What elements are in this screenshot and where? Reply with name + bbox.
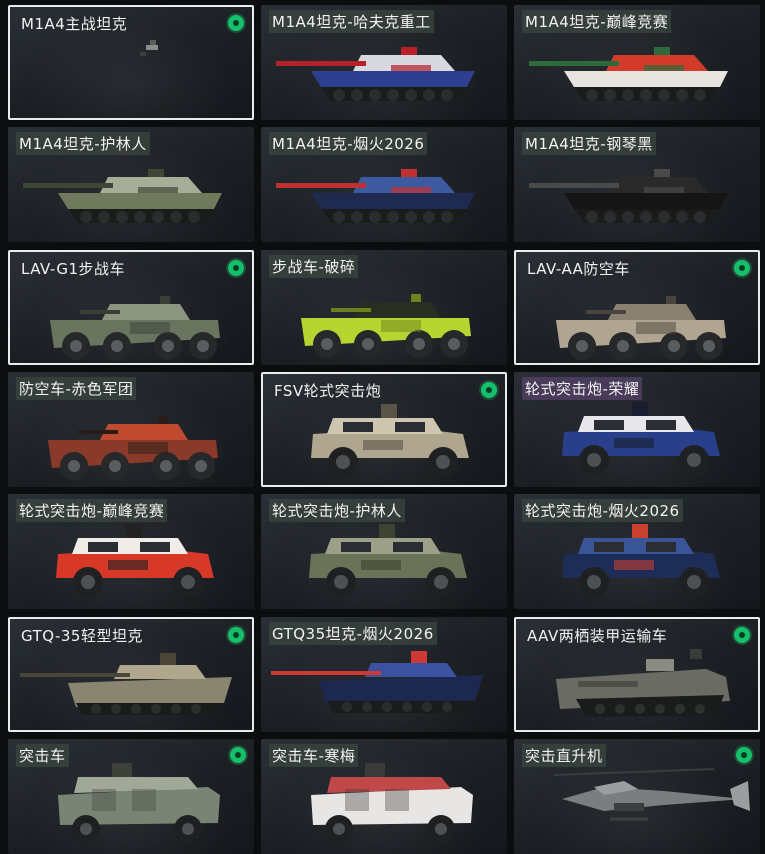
vehicle-name: 突击车-寒梅 [269, 744, 359, 767]
vehicle-card[interactable]: 步战车-破碎 [261, 250, 507, 365]
vehicle-card[interactable]: LAV-AA防空车 [514, 250, 760, 365]
vehicle-card[interactable]: M1A4主战坦克 [8, 5, 254, 120]
vehicle-name: 突击车 [16, 744, 69, 767]
vehicle-name: M1A4主战坦克 [21, 15, 128, 33]
owned-indicator-icon [736, 747, 752, 763]
vehicle-name: M1A4坦克-钢琴黑 [522, 132, 656, 155]
vehicle-card[interactable]: AAV两栖装甲运输车 [514, 617, 760, 732]
vehicle-name: 防空车-赤色军团 [16, 377, 137, 400]
owned-indicator-icon [230, 747, 246, 763]
vehicle-card[interactable]: 突击车 [8, 739, 254, 854]
vehicle-name: GTQ-35轻型坦克 [21, 627, 143, 645]
owned-indicator-icon [481, 382, 497, 398]
vehicle-card[interactable]: GTQ-35轻型坦克 [8, 617, 254, 732]
vehicle-name: LAV-G1步战车 [21, 260, 126, 278]
owned-indicator-icon [734, 627, 750, 643]
vehicle-grid: M1A4主战坦克 M1A4坦克-哈夫克重工 M1A4坦克-巅峰竞赛 M1A4坦克… [0, 0, 765, 854]
vehicle-name: M1A4坦克-巅峰竞赛 [522, 10, 672, 33]
vehicle-name: 轮式突击炮-烟火2026 [522, 499, 683, 522]
vehicle-name: 突击直升机 [522, 744, 606, 767]
vehicle-card[interactable]: 轮式突击炮-护林人 [261, 494, 507, 609]
vehicle-name: FSV轮式突击炮 [274, 382, 382, 400]
vehicle-name: 步战车-破碎 [269, 255, 359, 278]
vehicle-card[interactable]: 突击直升机 [514, 739, 760, 854]
vehicle-card[interactable]: LAV-G1步战车 [8, 250, 254, 365]
vehicle-name: M1A4坦克-哈夫克重工 [269, 10, 434, 33]
vehicle-card[interactable]: 轮式突击炮-烟火2026 [514, 494, 760, 609]
vehicle-card[interactable]: 突击车-寒梅 [261, 739, 507, 854]
vehicle-card[interactable]: M1A4坦克-巅峰竞赛 [514, 5, 760, 120]
vehicle-name: AAV两栖装甲运输车 [527, 627, 668, 645]
vehicle-card[interactable]: 轮式突击炮-荣耀 [514, 372, 760, 487]
vehicle-name: M1A4坦克-烟火2026 [269, 132, 428, 155]
vehicle-name: 轮式突击炮-护林人 [269, 499, 405, 522]
vehicle-card[interactable]: 轮式突击炮-巅峰竞赛 [8, 494, 254, 609]
vehicle-name: GTQ35坦克-烟火2026 [269, 622, 437, 645]
owned-indicator-icon [228, 260, 244, 276]
owned-indicator-icon [734, 260, 750, 276]
owned-indicator-icon [228, 627, 244, 643]
owned-indicator-icon [228, 15, 244, 31]
vehicle-card[interactable]: M1A4坦克-钢琴黑 [514, 127, 760, 242]
vehicle-name: 轮式突击炮-巅峰竞赛 [16, 499, 168, 522]
vehicle-card[interactable]: M1A4坦克-烟火2026 [261, 127, 507, 242]
vehicle-name: 轮式突击炮-荣耀 [522, 377, 643, 400]
vehicle-card[interactable]: GTQ35坦克-烟火2026 [261, 617, 507, 732]
vehicle-card[interactable]: M1A4坦克-哈夫克重工 [261, 5, 507, 120]
vehicle-card[interactable]: FSV轮式突击炮 [261, 372, 507, 487]
vehicle-card[interactable]: M1A4坦克-护林人 [8, 127, 254, 242]
vehicle-card[interactable]: 防空车-赤色军团 [8, 372, 254, 487]
vehicle-name: LAV-AA防空车 [527, 260, 630, 278]
vehicle-name: M1A4坦克-护林人 [16, 132, 150, 155]
